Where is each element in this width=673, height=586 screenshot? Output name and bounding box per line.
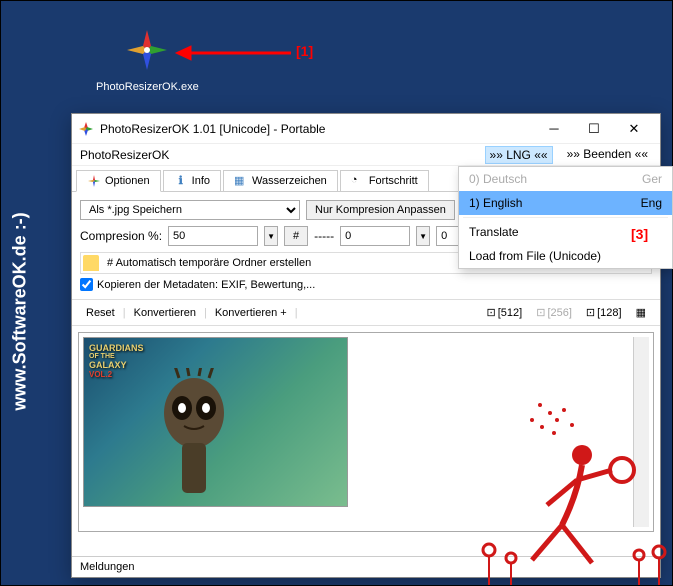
annotation-3: [3] bbox=[631, 226, 648, 242]
thumb-icon: ⊡ bbox=[586, 306, 595, 319]
menu-exit[interactable]: »» Beenden «« bbox=[563, 146, 652, 164]
compression-dropdown[interactable]: ▼ bbox=[264, 226, 278, 246]
tab-progress[interactable]: ◔ Fortschritt bbox=[340, 170, 429, 191]
compression-label: Compresion %: bbox=[80, 229, 162, 243]
flower-3 bbox=[629, 547, 649, 585]
reset-button[interactable]: Reset bbox=[80, 305, 121, 321]
titlebar-app-icon bbox=[78, 121, 94, 137]
dashes-label: ----- bbox=[314, 229, 334, 243]
desktop-icon-label: PhotoResizerOK.exe bbox=[96, 81, 199, 93]
action-bar: Reset | Konvertieren | Konvertieren + | … bbox=[72, 299, 660, 326]
thumb-icon: ⊡ bbox=[536, 306, 545, 319]
tab-options-label: Optionen bbox=[105, 175, 150, 187]
options-icon bbox=[87, 174, 101, 188]
tab-progress-label: Fortschritt bbox=[369, 175, 418, 187]
flower-1 bbox=[479, 540, 499, 585]
size-128-button[interactable]: ⊡[128] bbox=[580, 304, 628, 321]
lang-item-german[interactable]: 0) DeutschGer bbox=[459, 167, 672, 191]
compression-input[interactable] bbox=[168, 226, 258, 246]
groot-character bbox=[134, 368, 254, 507]
flower-4 bbox=[649, 543, 669, 585]
titlebar: PhotoResizerOK 1.01 [Unicode] - Portable… bbox=[72, 114, 660, 144]
info-icon: ℹ bbox=[174, 174, 188, 188]
arrow-1 bbox=[171, 41, 301, 71]
status-messages-label: Meldungen bbox=[80, 561, 134, 573]
hash-button[interactable]: # bbox=[284, 226, 308, 246]
window-title: PhotoResizerOK 1.01 [Unicode] - Portable bbox=[100, 122, 534, 136]
menubar: PhotoResizerOK »» LNG «« »» Beenden «« bbox=[72, 144, 660, 166]
grid-icon: ▦ bbox=[636, 306, 646, 319]
grid-view-button[interactable]: ▦ bbox=[630, 304, 652, 321]
value-input-1[interactable] bbox=[340, 226, 410, 246]
tab-watermark[interactable]: ▦ Wasserzeichen bbox=[223, 170, 338, 191]
app-icon bbox=[123, 26, 171, 74]
app-label: PhotoResizerOK bbox=[80, 148, 169, 162]
flower-2 bbox=[501, 550, 521, 585]
minimize-button[interactable]: ─ bbox=[534, 115, 574, 143]
lang-item-english[interactable]: 1) EnglishEng bbox=[459, 191, 672, 215]
tab-options[interactable]: Optionen bbox=[76, 170, 161, 192]
save-format-select[interactable]: Als *.jpg Speichern bbox=[80, 200, 300, 220]
watermark-text: www.SoftwareOK.de :-) bbox=[10, 212, 31, 410]
annotation-1: [1] bbox=[296, 43, 313, 59]
menu-language[interactable]: »» LNG «« bbox=[485, 146, 553, 164]
tab-watermark-label: Wasserzeichen bbox=[252, 175, 327, 187]
tab-info-label: Info bbox=[192, 175, 210, 187]
metadata-label: Kopieren der Metadaten: EXIF, Bewertung,… bbox=[97, 279, 315, 291]
watermark-icon: ▦ bbox=[234, 174, 248, 188]
size-256-button[interactable]: ⊡[256] bbox=[530, 304, 578, 321]
thumb-icon: ⊡ bbox=[487, 306, 496, 319]
size-512-button[interactable]: ⊡[512] bbox=[481, 304, 529, 321]
metadata-checkbox[interactable] bbox=[80, 278, 93, 291]
tab-info[interactable]: ℹ Info bbox=[163, 170, 221, 191]
image-thumbnail[interactable]: GUARDIANS OF THE GALAXY VOL.2 bbox=[83, 337, 348, 507]
lang-item-load-file[interactable]: Load from File (Unicode) bbox=[459, 244, 672, 268]
convert-plus-button[interactable]: Konvertieren + bbox=[209, 305, 293, 321]
folder-icon bbox=[83, 255, 99, 271]
convert-button[interactable]: Konvertieren bbox=[128, 305, 202, 321]
language-menu: 0) DeutschGer 1) EnglishEng Translate Lo… bbox=[458, 166, 673, 269]
fit-compression-button[interactable]: Nur Kompresion Anpassen bbox=[306, 200, 455, 220]
close-button[interactable]: ✕ bbox=[614, 115, 654, 143]
progress-icon: ◔ bbox=[351, 174, 365, 188]
value-1-dropdown[interactable]: ▼ bbox=[416, 226, 430, 246]
maximize-button[interactable]: ☐ bbox=[574, 115, 614, 143]
